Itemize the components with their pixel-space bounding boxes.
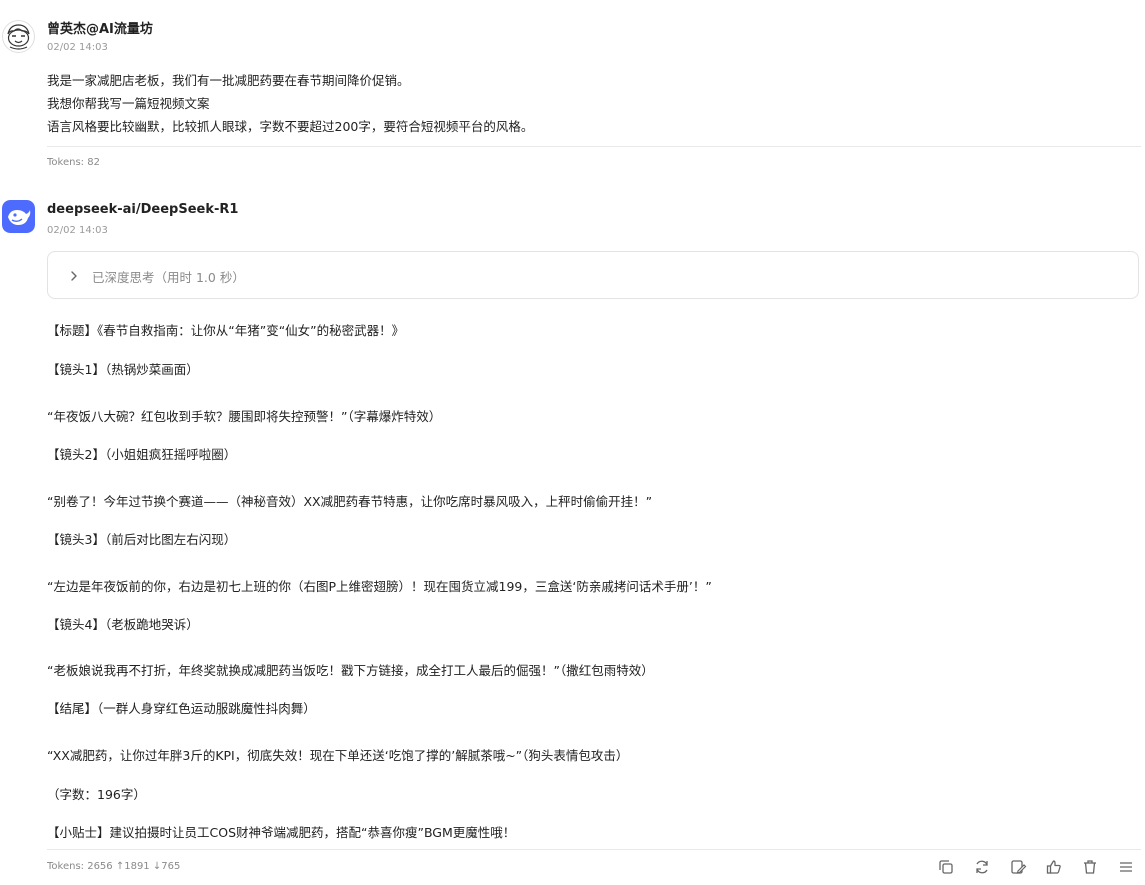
thinking-label: 已深度思考（用时 1.0 秒） xyxy=(92,270,245,285)
message-actions-toolbar xyxy=(937,858,1137,876)
reply-line: “年夜饭八大碗？红包收到手软？腰围即将失控预警！”（字幕爆炸特效） xyxy=(47,409,442,424)
reply-line: 【镜头2】（小姐姐疯狂摇呼啦圈） xyxy=(47,447,237,462)
assistant-message-divider xyxy=(47,849,1141,850)
edit-icon[interactable] xyxy=(1009,858,1027,876)
reply-line: 【镜头3】（前后对比图左右闪现） xyxy=(47,532,237,547)
user-message-line: 我是一家减肥店老板，我们有一批减肥药要在春节期间降价促销。 xyxy=(47,73,410,88)
reply-line: “老板娘说我再不打折，年终奖就换成减肥药当饭吃！戳下方链接，成全打工人最后的倔强… xyxy=(47,663,654,678)
reply-line: “XX减肥药，让你过年胖3斤的KPI，彻底失效！现在下单还送‘吃饱了撑的’解腻茶… xyxy=(47,748,629,763)
reply-line: 【结尾】（一群人身穿红色运动服跳魔性抖肉舞） xyxy=(47,701,316,716)
user-message-divider xyxy=(47,146,1141,147)
user-token-count: Tokens: 82 xyxy=(47,157,100,168)
assistant-token-count: Tokens: 2656 ↑1891 ↓765 xyxy=(47,861,181,872)
chevron-right-icon xyxy=(68,268,80,282)
user-message-line: 语言风格要比较幽默，比较抓人眼球，字数不要超过200字，要符合短视频平台的风格。 xyxy=(47,119,534,134)
reply-line: 【标题】《春节自救指南：让你从“年猪”变“仙女”的秘密武器！》 xyxy=(47,323,405,338)
user-message-line: 我想你帮我写一篇短视频文案 xyxy=(47,96,210,111)
reply-line: 【镜头4】（老板跪地哭诉） xyxy=(47,617,199,632)
reply-line: 【镜头1】（热锅炒菜画面） xyxy=(47,362,199,377)
user-avatar xyxy=(2,20,35,53)
user-name: 曾英杰@AI流量坊 xyxy=(47,22,153,37)
assistant-timestamp: 02/02 14:03 xyxy=(47,225,108,236)
assistant-avatar xyxy=(2,200,35,233)
delete-icon[interactable] xyxy=(1081,858,1099,876)
reply-line: 【小贴士】建议拍摄时让员工COS财神爷端减肥药，搭配“恭喜你瘦”BGM更魔性哦！ xyxy=(47,825,516,840)
reply-line: （字数：196字） xyxy=(47,787,146,802)
thinking-toggle[interactable]: 已深度思考（用时 1.0 秒） xyxy=(47,251,1139,299)
assistant-model-name: deepseek-ai/DeepSeek-R1 xyxy=(47,202,239,217)
reply-line: “左边是年夜饭前的你，右边是初七上班的你（右图P上维密翅膀）！现在囤货立减199… xyxy=(47,579,712,594)
like-icon[interactable] xyxy=(1045,858,1063,876)
user-message-body: 我是一家减肥店老板，我们有一批减肥药要在春节期间降价促销。 我想你帮我写一篇短视… xyxy=(47,69,1127,138)
copy-icon[interactable] xyxy=(937,858,955,876)
user-timestamp: 02/02 14:03 xyxy=(47,42,108,53)
reply-line: “别卷了！今年过节换个赛道——（神秘音效）XX减肥药春节特惠，让你吃席时暴风吸入… xyxy=(47,494,653,509)
regenerate-icon[interactable] xyxy=(973,858,991,876)
menu-icon[interactable] xyxy=(1117,858,1135,876)
